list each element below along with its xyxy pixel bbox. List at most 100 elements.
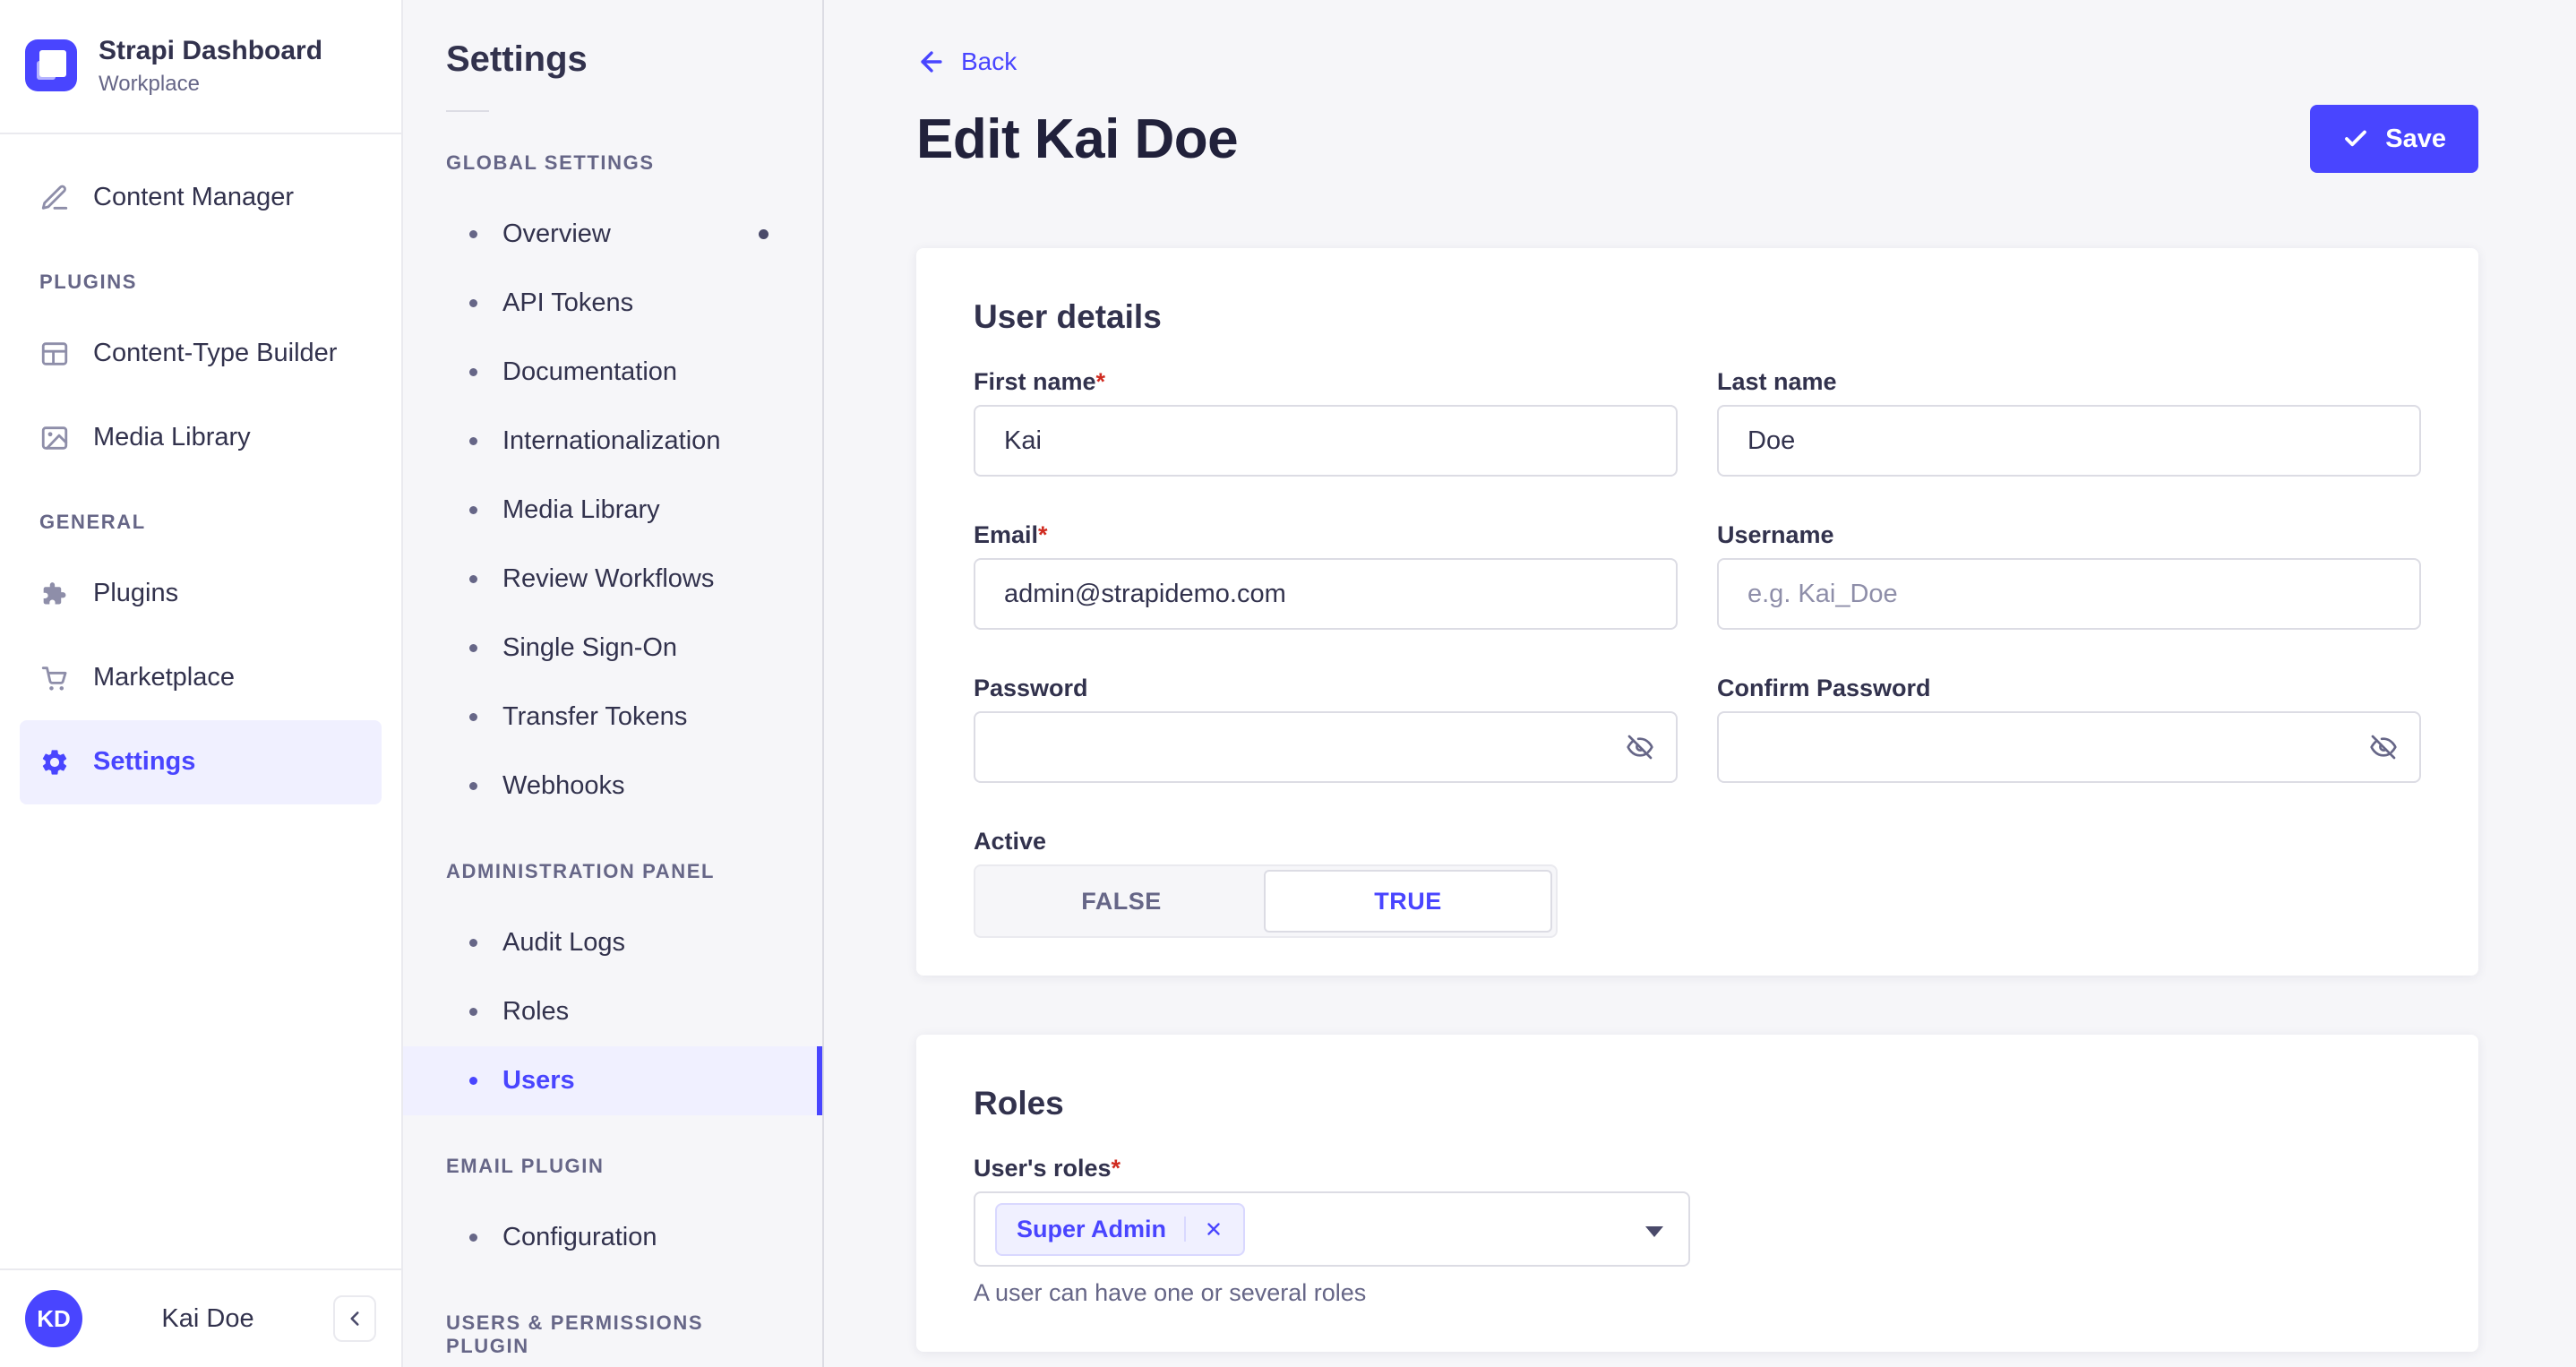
nav-section-general: GENERAL bbox=[39, 510, 146, 533]
sidebar-footer: KD Kai Doe bbox=[0, 1268, 401, 1367]
subnav-section-global-settings: GLOBAL SETTINGS bbox=[446, 151, 655, 174]
password-input[interactable] bbox=[974, 711, 1678, 783]
subnav-item-label: Configuration bbox=[502, 1223, 657, 1251]
user-details-card: User details First name* Last name Email… bbox=[916, 248, 2478, 976]
subnav-item-transfer-tokens[interactable]: Transfer Tokens bbox=[403, 683, 822, 752]
subnav-item-api-tokens[interactable]: API Tokens bbox=[403, 269, 822, 338]
email-label: Email* bbox=[974, 521, 1048, 548]
sidebar-item-label: Marketplace bbox=[93, 663, 235, 692]
workspace-title: Strapi Dashboard bbox=[99, 36, 323, 65]
subnav-item-roles[interactable]: Roles bbox=[403, 977, 822, 1046]
required-asterisk: * bbox=[1111, 1155, 1121, 1182]
user-roles-helper-text: A user can have one or several roles bbox=[974, 1279, 1367, 1306]
email-input[interactable] bbox=[974, 558, 1678, 630]
pen-icon bbox=[39, 183, 70, 213]
subnav-item-audit-logs[interactable]: Audit Logs bbox=[403, 908, 822, 977]
sidebar-item-content-type-builder[interactable]: Content-Type Builder bbox=[20, 312, 382, 396]
last-name-field-group: Last name bbox=[1717, 368, 2421, 477]
roles-card: Roles User's roles* Super Admin A user c… bbox=[916, 1035, 2478, 1352]
strapi-logo-icon bbox=[25, 39, 77, 91]
subnav-section-users-permissions-plugin: USERS & PERMISSIONS PLUGIN bbox=[446, 1311, 704, 1357]
password-field-group: Password bbox=[974, 675, 1678, 783]
sidebar-item-content-manager[interactable]: Content Manager bbox=[20, 156, 382, 240]
subnav-item-label: Documentation bbox=[502, 357, 678, 386]
first-name-input[interactable] bbox=[974, 405, 1678, 477]
bullet-icon bbox=[469, 299, 477, 307]
back-link[interactable]: Back bbox=[916, 47, 1017, 77]
bullet-icon bbox=[469, 506, 477, 514]
confirm-password-input[interactable] bbox=[1717, 711, 2421, 783]
close-icon bbox=[1207, 1223, 1220, 1235]
bullet-icon bbox=[469, 1077, 477, 1085]
bullet-icon bbox=[469, 368, 477, 376]
chevron-left-icon bbox=[350, 1311, 359, 1326]
subnav-item-users[interactable]: Users bbox=[403, 1046, 822, 1115]
subnav-item-label: Internationalization bbox=[502, 426, 721, 455]
subnav-item-webhooks[interactable]: Webhooks bbox=[403, 752, 822, 821]
nav-section-plugins: PLUGINS bbox=[39, 270, 137, 293]
divider bbox=[446, 110, 489, 112]
sidebar-item-label: Media Library bbox=[93, 423, 251, 451]
bullet-icon bbox=[469, 1234, 477, 1242]
sidebar-item-plugins[interactable]: Plugins bbox=[20, 552, 382, 636]
chevron-down-icon bbox=[1645, 1226, 1663, 1237]
username-field-group: Username bbox=[1717, 521, 2421, 630]
subnav-item-label: Webhooks bbox=[502, 771, 625, 800]
subnav-item-internationalization[interactable]: Internationalization bbox=[403, 407, 822, 476]
cart-icon bbox=[39, 663, 70, 693]
sidebar-item-label: Plugins bbox=[93, 579, 179, 607]
workspace-subtitle: Workplace bbox=[99, 71, 200, 96]
subnav-item-overview[interactable]: Overview bbox=[403, 200, 822, 269]
role-tag-label: Super Admin bbox=[1017, 1215, 1167, 1242]
username-input[interactable] bbox=[1717, 558, 2421, 630]
required-asterisk: * bbox=[1095, 368, 1106, 395]
user-details-heading: User details bbox=[974, 298, 1162, 335]
roles-heading: Roles bbox=[974, 1085, 1064, 1122]
workspace-brand[interactable]: Strapi Dashboard Workplace bbox=[0, 0, 401, 133]
divider bbox=[1184, 1217, 1187, 1242]
bullet-icon bbox=[469, 437, 477, 445]
subnav-item-review-workflows[interactable]: Review Workflows bbox=[403, 545, 822, 614]
active-field-group: Active FALSE TRUE bbox=[974, 828, 1678, 938]
bullet-icon bbox=[469, 644, 477, 652]
remove-role-button[interactable] bbox=[1204, 1219, 1224, 1239]
sidebar-item-label: Content Manager bbox=[93, 183, 295, 211]
active-toggle: FALSE TRUE bbox=[974, 864, 1558, 938]
toggle-confirm-password-visibility-button[interactable] bbox=[2358, 722, 2409, 772]
subnav-item-media-library[interactable]: Media Library bbox=[403, 476, 822, 545]
eye-off-icon bbox=[2370, 735, 2397, 760]
notification-dot bbox=[759, 229, 769, 239]
user-avatar[interactable]: KD bbox=[25, 1290, 82, 1347]
subnav-item-label: Audit Logs bbox=[502, 928, 626, 957]
sidebar-item-label: Content-Type Builder bbox=[93, 339, 338, 367]
user-roles-select[interactable]: Super Admin bbox=[974, 1191, 1690, 1267]
subnav-item-label: Overview bbox=[502, 219, 611, 248]
sidebar-item-media-library[interactable]: Media Library bbox=[20, 396, 382, 480]
sidebar-item-settings[interactable]: Settings bbox=[20, 719, 382, 804]
save-button[interactable]: Save bbox=[2310, 105, 2478, 173]
subnav-item-configuration[interactable]: Configuration bbox=[403, 1203, 822, 1272]
collapse-sidebar-button[interactable] bbox=[333, 1295, 376, 1342]
bullet-icon bbox=[469, 230, 477, 238]
toggle-option-true[interactable]: TRUE bbox=[1264, 870, 1552, 933]
subnav-item-label: Review Workflows bbox=[502, 564, 715, 593]
required-asterisk: * bbox=[1038, 521, 1048, 548]
subnav-section-administration-panel: ADMINISTRATION PANEL bbox=[446, 860, 716, 882]
toggle-password-visibility-button[interactable] bbox=[1615, 722, 1665, 772]
bullet-icon bbox=[469, 713, 477, 721]
confirm-password-field-group: Confirm Password bbox=[1717, 675, 2421, 783]
page-title: Edit Kai Doe bbox=[916, 107, 1239, 170]
subnav-item-documentation[interactable]: Documentation bbox=[403, 338, 822, 407]
subnav-item-label: Users bbox=[502, 1066, 575, 1095]
arrow-left-icon bbox=[921, 51, 942, 73]
toggle-option-false[interactable]: FALSE bbox=[979, 870, 1264, 933]
gear-icon bbox=[39, 747, 70, 778]
sidebar-item-marketplace[interactable]: Marketplace bbox=[20, 636, 382, 720]
subnav-section-email-plugin: EMAIL PLUGIN bbox=[446, 1155, 605, 1177]
main-sidebar: Strapi Dashboard Workplace Content Manag… bbox=[0, 0, 403, 1367]
last-name-label: Last name bbox=[1717, 368, 1837, 395]
subnav-item-single-sign-on[interactable]: Single Sign-On bbox=[403, 614, 822, 683]
last-name-input[interactable] bbox=[1717, 405, 2421, 477]
subnav-item-label: Single Sign-On bbox=[502, 633, 678, 662]
settings-subnav: Settings GLOBAL SETTINGS Overview API To… bbox=[403, 0, 824, 1367]
